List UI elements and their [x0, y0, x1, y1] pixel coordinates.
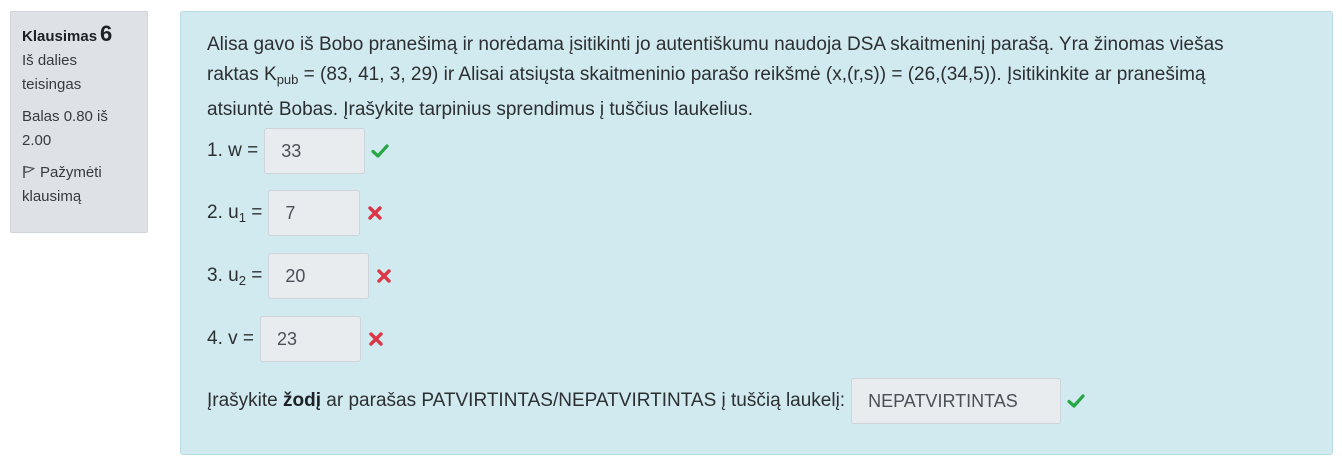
answer-value-3: 20: [285, 265, 306, 286]
answer-row-2: 2. u1 = 7: [207, 190, 384, 236]
check-icon: [1067, 394, 1085, 408]
flag-question-link[interactable]: Pažymėti klausimą: [22, 161, 136, 209]
cross-icon: [368, 206, 383, 220]
answer-row-1: 1. w = 33: [207, 128, 389, 174]
question-text-line-2-end: = (83, 41, 3, 29) ir Alisai atsiųsta ska…: [298, 64, 1206, 85]
answer-label-4-text: 4. v =: [207, 328, 254, 349]
answer-row-4: 4. v = 23: [207, 316, 385, 362]
answer-label-3: 3. u2 =: [207, 265, 262, 288]
final-text-end: ar parašas PATVIRTINTAS/NEPATVIRTINTAS į…: [321, 390, 846, 411]
answer-label-2-eq: =: [245, 201, 263, 223]
answer-label-4: 4. v =: [207, 328, 254, 350]
answer-label-3-eq: =: [245, 264, 263, 286]
answer-row-3: 3. u2 = 20: [207, 253, 393, 299]
answer-label-2-text: 2. u: [207, 201, 239, 223]
answer-label-1-text: 1. w =: [207, 140, 259, 161]
question-grade: Balas 0.80 iš 2.00: [22, 105, 136, 153]
final-text-bold: žodį: [283, 390, 322, 411]
check-icon: [371, 144, 389, 158]
question-text-line-3: atsiuntė Bobas. Įrašykite tarpinius spre…: [207, 99, 753, 120]
question-text-line-2: raktas Kpub = (83, 41, 3, 29) ir Alisai …: [207, 60, 1297, 95]
question-text-line-2-start: raktas K: [207, 64, 277, 85]
cross-icon: [369, 332, 383, 346]
answer-value-4: 23: [277, 328, 298, 349]
final-text-start: Įrašykite: [207, 390, 284, 411]
question-number-value: 6: [100, 21, 113, 46]
flag-icon: [23, 165, 35, 178]
state-line-2: teisingas: [22, 76, 82, 93]
answer-label-3-text: 3. u: [207, 264, 239, 286]
final-answer-label: Įrašykite žodį ar parašas PATVIRTINTAS/N…: [207, 390, 845, 412]
question-state: Iš dalies teisingas: [22, 49, 136, 97]
answer-label-2: 2. u1 =: [207, 202, 262, 225]
question-label: Klausimas: [22, 28, 98, 45]
final-answer-value: NEPATVIRTINTAS: [868, 390, 1018, 411]
answer-input-2[interactable]: 7: [268, 190, 361, 236]
final-answer-input[interactable]: NEPATVIRTINTAS: [851, 378, 1062, 424]
answer-input-1[interactable]: 33: [264, 128, 366, 174]
cross-icon: [377, 269, 392, 283]
answer-value-2: 7: [285, 202, 296, 223]
question-content: Alisa gavo iš Bobo pranešimą ir norėdama…: [180, 11, 1333, 455]
answer-input-3[interactable]: 20: [268, 253, 370, 299]
answer-value-1: 33: [281, 140, 302, 161]
question-text-line-1: Alisa gavo iš Bobo pranešimą ir norėdama…: [207, 34, 1224, 55]
answer-label-3-sub: 2: [238, 272, 246, 288]
grade-line-2: 2.00: [22, 132, 52, 149]
pub-subscript: pub: [276, 72, 299, 87]
question-number: Klausimas 6: [22, 22, 136, 49]
flag-line-1: Pažymėti: [40, 164, 102, 181]
answer-input-4[interactable]: 23: [260, 316, 361, 362]
grade-line-1: Balas 0.80 iš: [22, 108, 108, 125]
answer-label-2-sub: 1: [238, 209, 246, 225]
final-answer-row: Įrašykite žodį ar parašas PATVIRTINTAS/N…: [207, 378, 1085, 424]
answer-label-1: 1. w =: [207, 140, 258, 162]
question-text: Alisa gavo iš Bobo pranešimą ir norėdama…: [207, 30, 1297, 125]
flag-line-2: klausimą: [22, 188, 82, 205]
question-info-panel: Klausimas 6 Iš dalies teisingas Balas 0.8…: [10, 11, 148, 233]
state-line-1: Iš dalies: [22, 52, 78, 69]
